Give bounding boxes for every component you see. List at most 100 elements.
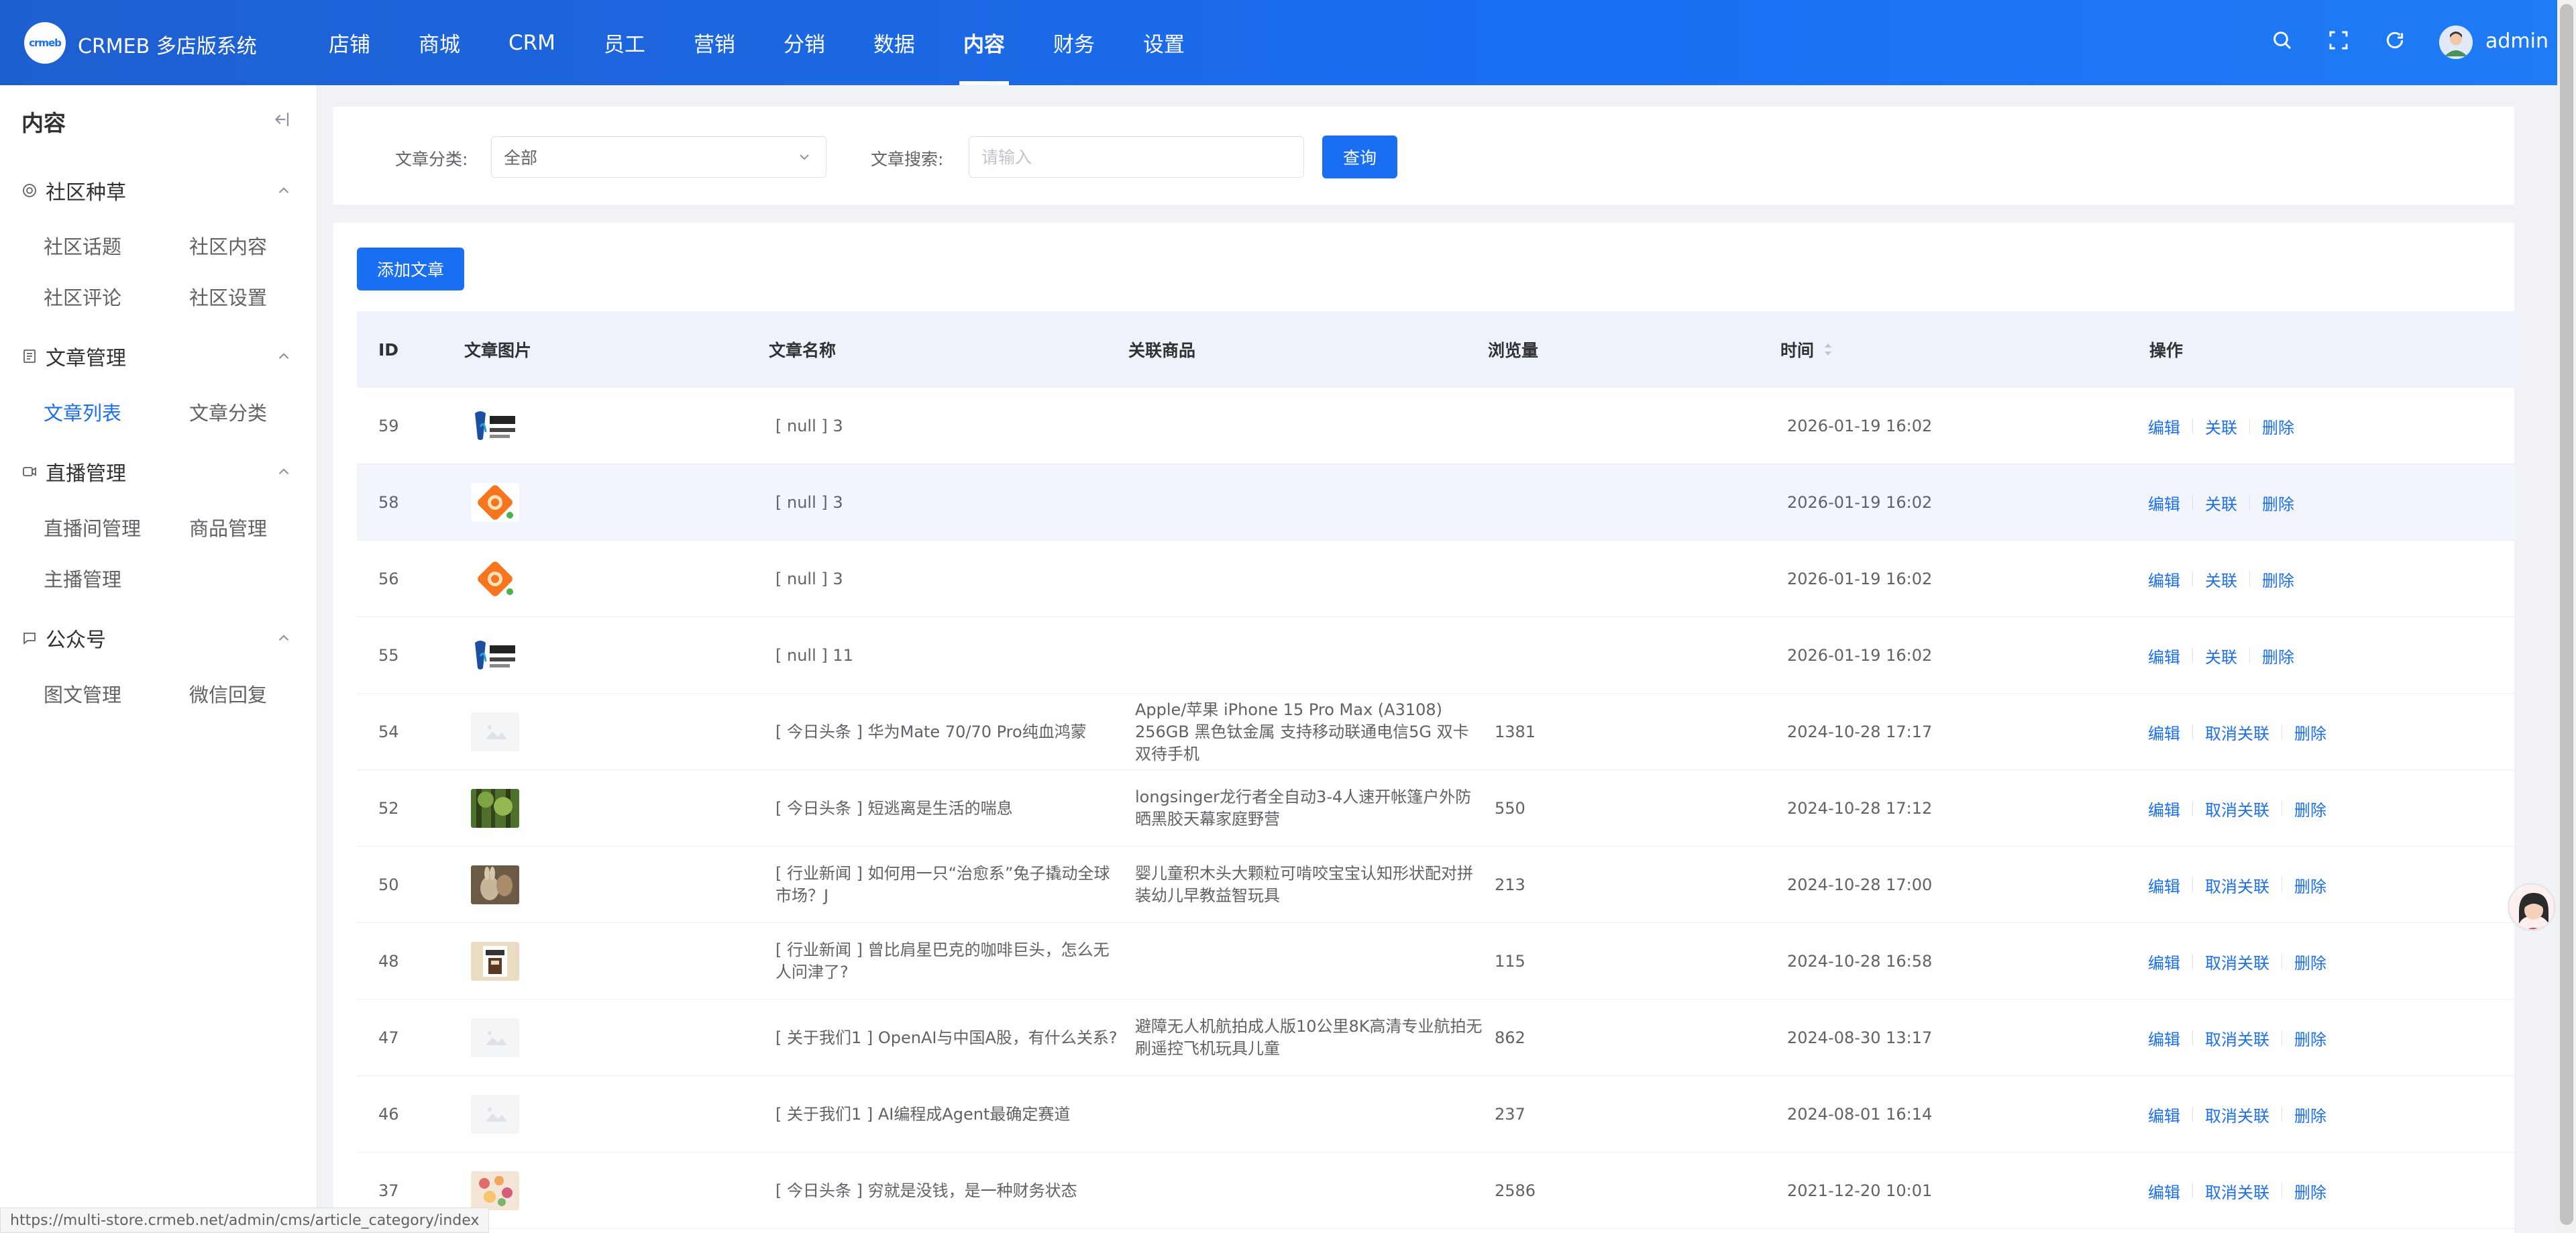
edit-link[interactable]: 编辑 <box>2148 491 2180 515</box>
unlink-product-link[interactable]: 取消关联 <box>2205 1179 2269 1203</box>
article-thumbnail <box>471 1018 519 1057</box>
sidebar-collapse-icon[interactable] <box>271 109 291 129</box>
topnav-item-4[interactable]: 营销 <box>694 0 735 85</box>
topnav-item-0[interactable]: 店铺 <box>329 0 370 85</box>
search-icon[interactable] <box>2269 27 2296 54</box>
sidebar-group-wechat[interactable]: 公众号 <box>21 625 106 652</box>
topnav-item-6[interactable]: 数据 <box>873 0 915 85</box>
topnav-item-9[interactable]: 设置 <box>1143 0 1185 85</box>
chevron-up-icon[interactable] <box>275 182 292 199</box>
cell-product: 婴儿童积木头大颗粒可啃咬宝宝认知形状配对拼装幼儿早教益智玩具 <box>1135 864 1473 905</box>
chevron-up-icon[interactable] <box>275 629 292 647</box>
cell-product <box>1135 617 1484 694</box>
link-product-link[interactable]: 关联 <box>2205 491 2237 515</box>
sidebar-item-community-topic[interactable]: 社区话题 <box>44 231 121 260</box>
unlink-product-link[interactable]: 取消关联 <box>2205 797 2269 820</box>
topnav-item-7[interactable]: 内容 <box>959 0 1009 85</box>
topnav-item-3[interactable]: 员工 <box>604 0 645 85</box>
edit-link[interactable]: 编辑 <box>2148 568 2180 591</box>
link-product-link[interactable]: 关联 <box>2205 568 2237 591</box>
sidebar-item-live-room[interactable]: 直播间管理 <box>44 513 141 541</box>
sort-icon[interactable] <box>1823 342 1833 357</box>
cell-id: 47 <box>378 1028 399 1047</box>
edit-link[interactable]: 编辑 <box>2148 873 2180 897</box>
separator <box>2192 1030 2193 1045</box>
crmeb-logo[interactable]: crmeb <box>24 22 66 64</box>
delete-link[interactable]: 删除 <box>2294 797 2326 820</box>
delete-link[interactable]: 删除 <box>2262 568 2294 591</box>
unlink-product-link[interactable]: 取消关联 <box>2205 873 2269 897</box>
cell-title: [ 行业新闻 ] 如何用一只“治愈系”兔子撬动全球市场？J <box>775 864 1110 905</box>
edit-link[interactable]: 编辑 <box>2148 1179 2180 1203</box>
unlink-product-link[interactable]: 取消关联 <box>2205 1103 2269 1126</box>
topnav-item-2[interactable]: CRM <box>508 0 555 85</box>
top-nav: 店铺 商城 CRM 员工 营销 分销 数据 内容 财务 设置 <box>329 0 1233 85</box>
sidebar-item-community-settings[interactable]: 社区设置 <box>189 282 267 311</box>
topnav-item-5[interactable]: 分销 <box>784 0 825 85</box>
category-select[interactable]: 全部 <box>491 136 826 178</box>
table-row: 37[ 今日头条 ] 穷就是没钱，是一种财务状态 2586 2021-12-20 1… <box>357 1152 2516 1229</box>
edit-link[interactable]: 编辑 <box>2148 1103 2180 1126</box>
link-product-link[interactable]: 关联 <box>2205 415 2237 438</box>
category-label: 文章分类: <box>395 150 468 169</box>
cell-time: 2024-10-28 17:12 <box>1787 799 1933 818</box>
cell-actions: 编辑 关联 删除 <box>2148 388 2294 464</box>
refresh-icon[interactable] <box>2381 27 2408 54</box>
edit-link[interactable]: 编辑 <box>2148 644 2180 667</box>
delete-link[interactable]: 删除 <box>2294 950 2326 973</box>
separator <box>2249 419 2250 433</box>
delete-link[interactable]: 删除 <box>2294 720 2326 744</box>
col-product: 关联商品 <box>1128 341 1196 360</box>
unlink-product-link[interactable]: 取消关联 <box>2205 720 2269 744</box>
sidebar-item-live-goods[interactable]: 商品管理 <box>189 513 267 541</box>
sidebar-group-community[interactable]: 社区种草 <box>21 177 126 205</box>
cell-actions: 编辑 取消关联 删除 <box>2148 847 2326 923</box>
delete-link[interactable]: 删除 <box>2294 1026 2326 1050</box>
query-button[interactable]: 查询 <box>1322 136 1397 178</box>
article-thumbnail <box>471 407 519 445</box>
cell-title: [ 关于我们1 ] OpenAI与中国A股，有什么关系? <box>775 1028 1118 1047</box>
user-avatar[interactable] <box>2439 25 2473 59</box>
sidebar-item-anchor[interactable]: 主播管理 <box>44 564 121 592</box>
target-icon <box>23 184 36 197</box>
sidebar-group-live[interactable]: 直播管理 <box>21 458 126 486</box>
delete-link[interactable]: 删除 <box>2294 1179 2326 1203</box>
sidebar-group-article[interactable]: 文章管理 <box>21 343 126 370</box>
topnav-item-1[interactable]: 商城 <box>419 0 460 85</box>
page-scrollbar-thumb[interactable] <box>2560 4 2573 1225</box>
add-article-button[interactable]: 添加文章 <box>357 248 464 290</box>
sidebar-item-article-list[interactable]: 文章列表 <box>44 398 121 426</box>
brand-title: CRMEB 多店版系统 <box>78 35 257 58</box>
edit-link[interactable]: 编辑 <box>2148 1026 2180 1050</box>
sidebar-item-article-category[interactable]: 文章分类 <box>189 398 267 426</box>
sidebar-item-wechat-reply[interactable]: 微信回复 <box>189 680 267 708</box>
unlink-product-link[interactable]: 取消关联 <box>2205 950 2269 973</box>
edit-link[interactable]: 编辑 <box>2148 415 2180 438</box>
unlink-product-link[interactable]: 取消关联 <box>2205 1026 2269 1050</box>
sidebar-item-community-comment[interactable]: 社区评论 <box>44 282 121 311</box>
topnav-item-8[interactable]: 财务 <box>1053 0 1095 85</box>
edit-link[interactable]: 编辑 <box>2148 797 2180 820</box>
delete-link[interactable]: 删除 <box>2262 491 2294 515</box>
delete-link[interactable]: 删除 <box>2262 415 2294 438</box>
col-time[interactable]: 时间 <box>1780 311 1833 388</box>
separator <box>2192 648 2193 663</box>
sidebar-item-graphic[interactable]: 图文管理 <box>44 680 121 708</box>
sidebar-item-community-content[interactable]: 社区内容 <box>189 231 267 260</box>
link-product-link[interactable]: 关联 <box>2205 644 2237 667</box>
edit-link[interactable]: 编辑 <box>2148 720 2180 744</box>
chevron-up-icon[interactable] <box>275 347 292 365</box>
edit-link[interactable]: 编辑 <box>2148 950 2180 973</box>
delete-link[interactable]: 删除 <box>2262 644 2294 667</box>
table-row: 59 [ null ] 3 2026-01-19 16:02 编辑 关联 删除 <box>357 388 2516 464</box>
search-input[interactable] <box>969 136 1304 178</box>
assistant-avatar[interactable] <box>2508 883 2556 931</box>
cell-actions: 编辑 关联 删除 <box>2148 617 2294 694</box>
chevron-up-icon[interactable] <box>275 463 292 480</box>
delete-link[interactable]: 删除 <box>2294 1103 2326 1126</box>
delete-link[interactable]: 删除 <box>2294 873 2326 897</box>
fullscreen-icon[interactable] <box>2325 27 2352 54</box>
separator <box>2192 419 2193 433</box>
user-name[interactable]: admin <box>2485 30 2548 53</box>
cell-views: 2586 <box>1495 1181 1536 1200</box>
